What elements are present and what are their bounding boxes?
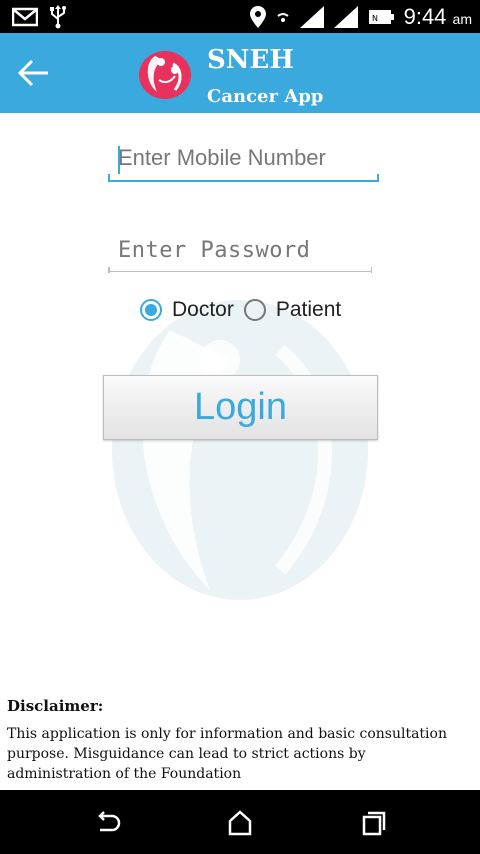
status-right-icons: N 9:44 am xyxy=(249,4,472,30)
app-subtitle: Cancer App xyxy=(207,86,324,107)
status-bar: N 9:44 am xyxy=(0,0,480,33)
radio-label-patient: Patient xyxy=(275,298,342,321)
nav-home-icon[interactable] xyxy=(225,808,255,838)
app-logo-icon xyxy=(139,51,191,99)
svg-text:N: N xyxy=(372,14,378,23)
radio-option-doctor[interactable]: Doctor xyxy=(140,298,234,322)
nav-back-icon[interactable] xyxy=(92,808,122,838)
location-icon xyxy=(249,6,266,28)
login-button[interactable]: Login xyxy=(103,375,378,440)
signal-icon xyxy=(333,6,358,28)
disclaimer-text: This application is only for information… xyxy=(7,726,447,782)
wifi-icon xyxy=(276,13,289,22)
password-input[interactable] xyxy=(108,231,372,269)
role-radio-group: Doctor Patient xyxy=(140,298,351,322)
app-bar: SNEH Cancer App xyxy=(0,33,480,113)
password-field[interactable] xyxy=(108,231,372,273)
system-nav-bar xyxy=(0,790,480,854)
battery-icon: N xyxy=(368,10,394,24)
radio-button-unchecked[interactable] xyxy=(243,299,266,321)
app-title: SNEH xyxy=(207,45,294,75)
radio-option-patient[interactable]: Patient xyxy=(243,298,342,322)
mobile-number-input[interactable] xyxy=(108,138,379,178)
mobile-number-field[interactable] xyxy=(108,138,379,182)
radio-button-checked[interactable] xyxy=(140,299,162,321)
usb-icon xyxy=(50,5,66,29)
back-arrow-icon[interactable] xyxy=(16,57,52,89)
status-left-icons xyxy=(12,5,66,29)
gmail-icon xyxy=(12,7,38,27)
logo-watermark xyxy=(112,300,368,600)
nav-recents-icon[interactable] xyxy=(358,808,388,838)
radio-label-doctor: Doctor xyxy=(172,298,234,321)
clock: 9:44 am xyxy=(403,4,472,29)
signal-icon xyxy=(299,6,324,28)
text-cursor xyxy=(118,146,120,174)
disclaimer-title: Disclaimer: xyxy=(7,697,104,715)
